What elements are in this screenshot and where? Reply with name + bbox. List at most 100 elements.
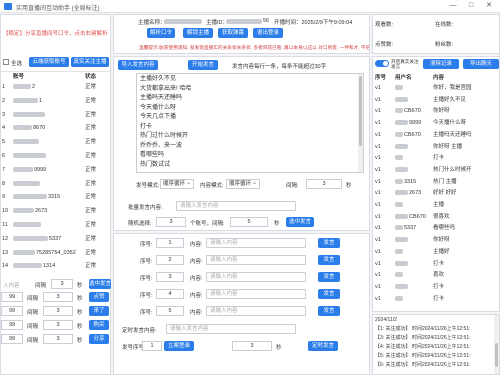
maximize-button[interactable]: □ [464, 1, 478, 11]
seq-content-input[interactable]: 请输入内容 [206, 238, 306, 248]
start-send-button[interactable]: 开始发言 [188, 60, 218, 70]
action-count-spinner[interactable]: 99 [1, 320, 23, 330]
timed-interval-spinner[interactable]: 3 [232, 341, 272, 351]
get-danmaku-button[interactable]: 获取弹幕 [218, 28, 248, 38]
chat-row[interactable]: v1 打卡 [373, 282, 499, 292]
message-list[interactable]: 主播好久不见 大货都拿出来! 哈哈 主播吗天还睡吗 今天播什么呀 今天几点下播 打卡 热门过… [136, 73, 364, 173]
seq-no-spinner[interactable]: 1 [156, 238, 184, 248]
table-row[interactable]: 10 2673 正常 [1, 206, 110, 216]
chat-row[interactable]: v1 主播好久不见 [373, 95, 499, 105]
message-item[interactable]: 今天播什么呀 [140, 104, 191, 114]
seq-content-input[interactable]: 请输入内容 [206, 306, 306, 316]
action-interval-spinner[interactable]: 3 [43, 334, 73, 344]
table-row[interactable]: 13 75285754_0352 正常 [1, 248, 110, 258]
table-row[interactable]: 11 正常 [1, 220, 110, 230]
message-item[interactable]: 乔乔乔、来一波 [140, 142, 191, 152]
random-count-spinner[interactable]: 3 [156, 217, 186, 227]
table-row[interactable]: 14 1314 正常 [1, 261, 110, 271]
chat-row[interactable]: v1 喜欢 [373, 270, 499, 280]
table-row[interactable]: 6 正常 [1, 151, 110, 161]
seq-content-input[interactable]: 请输入内容 [206, 255, 306, 265]
send-no-spinner[interactable]: 1 [142, 341, 162, 351]
random-interval-spinner[interactable]: 5 [230, 217, 268, 227]
message-item[interactable]: 热门过什么时候开 [140, 132, 191, 142]
seq-content-input[interactable]: 请输入内容 [206, 272, 306, 282]
batch-input[interactable]: 请输入发言内容 [176, 201, 296, 211]
parse-button[interactable]: 解析口令 [147, 28, 175, 38]
import-content-button[interactable]: 导入发言内容 [118, 60, 158, 70]
mode-select[interactable]: 顺序循环 [160, 179, 194, 189]
action-count-spinner[interactable]: 99 [1, 334, 23, 344]
unfollow-button[interactable]: 解锁主播 [183, 28, 213, 38]
table-row[interactable]: 5 正常 [1, 137, 110, 147]
table-row[interactable]: 4 8670 正常 [1, 123, 110, 133]
message-item[interactable]: 主播好久不见 [140, 75, 191, 85]
message-item[interactable]: 热门数试试 [140, 161, 191, 171]
table-row[interactable]: 12 5337 正常 [1, 234, 110, 244]
action-interval-spinner[interactable]: 3 [43, 292, 73, 302]
action-interval-spinner[interactable]: 3 [43, 306, 73, 316]
timed-send-button[interactable]: 定时发言 [308, 341, 338, 351]
mid-interval-spinner[interactable]: 3 [306, 179, 342, 189]
log-scrollbar-thumb[interactable] [495, 343, 498, 367]
chat-row[interactable]: v1 3315 热门 主播 [373, 177, 499, 187]
table-row[interactable]: 7 9999 正常 [1, 165, 110, 175]
seq-no-spinner[interactable]: 4 [156, 289, 184, 299]
left-input-placeholder[interactable]: 入内容 [3, 281, 20, 289]
seq-send-button[interactable]: 发言 [318, 272, 340, 282]
chat-row[interactable]: v1 5337 看哪些吗 [373, 223, 499, 233]
seq-no-spinner[interactable]: 2 [156, 255, 184, 265]
message-item[interactable]: 看哪些吗 [140, 151, 191, 161]
chat-row[interactable]: v1 CB670 你好呀 [373, 106, 499, 116]
table-row[interactable]: 1 2 正常 [1, 82, 110, 92]
action-interval-spinner[interactable]: 3 [43, 320, 73, 330]
chat-row[interactable]: v1 主播好 [373, 247, 499, 257]
cloud-account-button[interactable]: 云端获取账号 [29, 57, 69, 67]
chat-row[interactable]: v1 你好呀 [373, 235, 499, 245]
login-case-button[interactable]: 立案登录 [164, 341, 194, 351]
minimize-button[interactable]: — [446, 1, 460, 11]
real-follow-button[interactable]: 真实关注主播 [71, 57, 109, 67]
action-button[interactable]: 来了 [89, 306, 109, 316]
chat-row[interactable]: v1 打卡 [373, 259, 499, 269]
seq-send-button[interactable]: 发言 [318, 238, 340, 248]
chat-row[interactable]: v1 CB670 很喜欢 [373, 212, 499, 222]
seq-send-button[interactable]: 发言 [318, 306, 340, 316]
left-interval-spinner[interactable]: 3 [51, 279, 73, 289]
chat-row[interactable]: v1 主播 [373, 200, 499, 210]
close-button[interactable]: ✕ [482, 1, 496, 11]
export-chat-button[interactable]: 导出聊天 [463, 59, 499, 69]
content-mode-select[interactable]: 顺序循环 [226, 179, 260, 189]
seq-send-button[interactable]: 发言 [318, 255, 340, 265]
select-all-checkbox[interactable] [3, 59, 9, 65]
chat-row[interactable]: v1 CB670 主播吗天还睡吗 [373, 130, 499, 140]
message-scrollbar[interactable] [358, 74, 363, 172]
chat-row[interactable]: v1 2673 好好 好好 [373, 188, 499, 198]
table-row[interactable]: 3 正常 [1, 110, 110, 120]
message-scrollbar-thumb[interactable] [359, 76, 362, 146]
seq-content-input[interactable]: 请输入内容 [206, 289, 306, 299]
log-scrollbar[interactable] [494, 315, 499, 374]
clear-record-button[interactable]: 清除记录 [423, 59, 459, 69]
table-row[interactable]: 9 3315 正常 [1, 192, 110, 202]
seq-send-button[interactable]: 发言 [318, 289, 340, 299]
follow-toggle[interactable] [375, 60, 389, 67]
message-item[interactable]: 今天几点下播 [140, 113, 191, 123]
random-send-button[interactable]: 选中发言 [286, 217, 314, 227]
message-item[interactable]: 打卡 [140, 123, 191, 133]
chat-row[interactable]: v1 打卡 [373, 153, 499, 163]
chat-row[interactable]: v1 热门什么时候开 [373, 165, 499, 175]
message-item[interactable]: 大货都拿出来! 哈哈 [140, 85, 191, 95]
action-button[interactable]: 分享 [89, 334, 109, 344]
chat-row[interactable]: v1 你好，我是宫园 [373, 83, 499, 93]
table-row[interactable]: 8 正常 [1, 179, 110, 189]
chat-row[interactable]: v1 打卡 [373, 294, 499, 304]
seq-no-spinner[interactable]: 5 [156, 306, 184, 316]
seq-no-spinner[interactable]: 3 [156, 272, 184, 282]
message-item[interactable]: 主播吗天还睡吗 [140, 94, 191, 104]
timed-input[interactable]: 请输入发言内容 [166, 324, 296, 334]
action-count-spinner[interactable]: 99 [1, 306, 23, 316]
chat-row[interactable]: v1 你好呀 主播 [373, 142, 499, 152]
action-button[interactable]: 购买 [89, 320, 109, 330]
action-count-spinner[interactable]: 99 [1, 292, 23, 302]
